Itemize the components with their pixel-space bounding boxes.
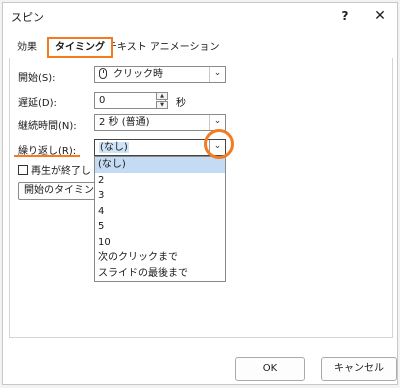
repeat-option[interactable]: スライドの最後まで	[95, 266, 225, 282]
repeat-option[interactable]: 2	[95, 173, 225, 189]
chevron-down-icon[interactable]: ⌄	[209, 115, 225, 130]
tab-text-animation[interactable]: テキスト アニメーション	[101, 39, 225, 57]
title-bar: スピン ? ✕	[3, 3, 397, 29]
tab-strip: 効果 タイミング テキスト アニメーション	[9, 37, 393, 58]
repeat-option[interactable]: 次のクリックまで	[95, 250, 225, 266]
rewind-label: 再生が終了し	[31, 166, 91, 177]
start-dropdown[interactable]: クリック時 ⌄	[94, 66, 226, 83]
repeat-options-list: (なし) 2 3 4 5 10 次のクリックまで スライドの最後まで	[94, 156, 226, 282]
tab-effect[interactable]: 効果	[11, 39, 43, 57]
start-value: クリック時	[113, 69, 163, 80]
highlight-circle	[204, 129, 234, 159]
repeat-option[interactable]: (なし)	[95, 157, 225, 173]
delay-unit: 秒	[176, 98, 186, 109]
spin-down-icon[interactable]: ▼	[156, 101, 168, 109]
chevron-down-icon[interactable]: ⌄	[209, 67, 225, 82]
help-button[interactable]: ?	[335, 7, 355, 25]
delay-label: 遅延(D):	[18, 98, 57, 109]
repeat-value: (なし)	[99, 142, 129, 153]
start-label: 開始(S):	[18, 73, 56, 84]
rewind-checkbox[interactable]	[18, 165, 28, 175]
duration-dropdown[interactable]: 2 秒 (普通) ⌄	[94, 114, 226, 131]
tab-timing[interactable]: タイミング	[47, 37, 113, 58]
cancel-button[interactable]: キャンセル	[321, 357, 397, 381]
ok-button[interactable]: OK	[235, 357, 305, 381]
animation-options-dialog: スピン ? ✕ 効果 タイミング テキスト アニメーション 開始(S): クリッ…	[2, 2, 398, 385]
timing-panel: 開始(S): クリック時 ⌄ 遅延(D): 0 ▲ ▼ 秒 継続時間(N): 2…	[9, 58, 393, 338]
repeat-option[interactable]: 3	[95, 188, 225, 204]
highlight-underline	[14, 155, 80, 157]
repeat-option[interactable]: 4	[95, 204, 225, 220]
duration-label: 継続時間(N):	[18, 121, 77, 132]
repeat-option[interactable]: 5	[95, 219, 225, 235]
dialog-title: スピン	[11, 11, 44, 24]
repeat-option[interactable]: 10	[95, 235, 225, 251]
delay-spinner: ▲ ▼	[156, 92, 168, 109]
spin-up-icon[interactable]: ▲	[156, 92, 168, 100]
close-button[interactable]: ✕	[370, 7, 390, 25]
rewind-checkbox-row[interactable]: 再生が終了し	[18, 162, 91, 177]
duration-value: 2 秒 (普通)	[99, 117, 150, 128]
mouse-icon	[99, 68, 107, 79]
